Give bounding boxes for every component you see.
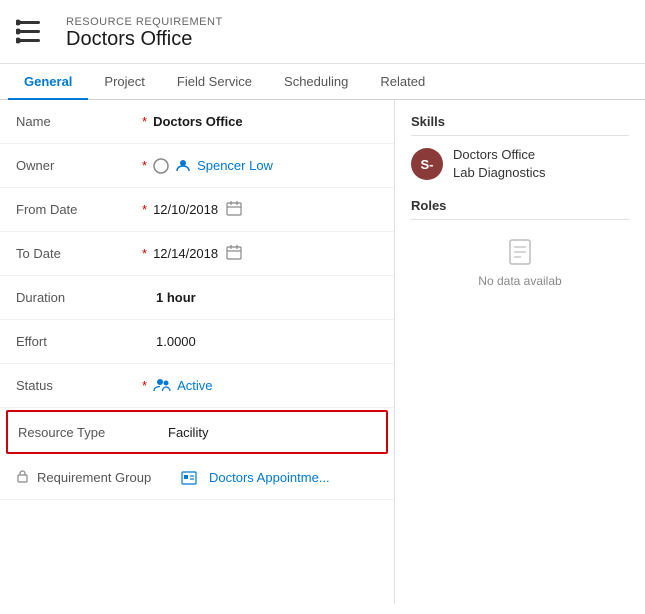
- effort-row: Effort 1.0000: [0, 320, 394, 364]
- effort-label: Effort: [16, 334, 136, 349]
- resource-type-label: Resource Type: [18, 425, 138, 440]
- from-date-calendar-icon[interactable]: [226, 200, 242, 219]
- header-meta: RESOURCE REQUIREMENT Doctors Office: [66, 16, 223, 51]
- tab-project[interactable]: Project: [88, 64, 160, 99]
- from-date-value: 12/10/2018: [153, 202, 218, 217]
- page-header: RESOURCE REQUIREMENT Doctors Office: [0, 0, 645, 64]
- to-date-label: To Date: [16, 246, 136, 261]
- resource-requirement-icon: [16, 14, 52, 53]
- roles-title: Roles: [411, 198, 629, 220]
- status-label: Status: [16, 378, 136, 393]
- to-date-field: 12/14/2018: [153, 244, 242, 263]
- to-date-value: 12/14/2018: [153, 246, 218, 261]
- duration-row: Duration 1 hour: [0, 276, 394, 320]
- header-subtitle: RESOURCE REQUIREMENT: [66, 16, 223, 28]
- status-people-icon: [153, 378, 171, 394]
- to-date-calendar-icon[interactable]: [226, 244, 242, 263]
- status-field: Active: [153, 378, 212, 394]
- to-date-row: To Date * 12/14/2018: [0, 232, 394, 276]
- from-date-row: From Date * 12/10/2018: [0, 188, 394, 232]
- status-row: Status * Active: [0, 364, 394, 408]
- right-panel: Skills S- Doctors OfficeLab Diagnostics …: [395, 100, 645, 604]
- skills-avatar-initials: S-: [421, 157, 434, 172]
- skills-item: S- Doctors OfficeLab Diagnostics: [411, 146, 629, 182]
- no-data-icon: [504, 236, 536, 268]
- no-data-text: No data availab: [478, 274, 561, 288]
- lock-icon: [16, 469, 29, 486]
- req-group-value[interactable]: Doctors Appointme...: [209, 470, 378, 485]
- resource-type-value: Facility: [138, 425, 376, 440]
- name-required: *: [142, 114, 147, 129]
- req-group-lookup-icon: [181, 470, 197, 486]
- left-panel: Name * Doctors Office Owner * Spencer Lo…: [0, 100, 395, 604]
- tab-scheduling[interactable]: Scheduling: [268, 64, 364, 99]
- to-date-required: *: [142, 246, 147, 261]
- name-label: Name: [16, 114, 136, 129]
- tab-field-service[interactable]: Field Service: [161, 64, 268, 99]
- tab-general[interactable]: General: [8, 64, 88, 99]
- status-required: *: [142, 378, 147, 393]
- owner-value: Spencer Low: [197, 158, 273, 173]
- nav-tabs: General Project Field Service Scheduling…: [0, 64, 645, 100]
- req-group-row: Requirement Group Doctors Appointme...: [0, 456, 394, 500]
- skills-avatar: S-: [411, 148, 443, 180]
- name-value: Doctors Office: [153, 114, 378, 129]
- owner-required: *: [142, 158, 147, 173]
- tab-related[interactable]: Related: [364, 64, 441, 99]
- from-date-label: From Date: [16, 202, 136, 217]
- owner-field[interactable]: Spencer Low: [153, 158, 273, 174]
- no-data-roles: No data availab: [411, 236, 629, 288]
- resource-type-row: Resource Type Facility: [6, 410, 388, 454]
- duration-value: 1 hour: [156, 290, 378, 305]
- main-content: Name * Doctors Office Owner * Spencer Lo…: [0, 100, 645, 604]
- owner-row: Owner * Spencer Low: [0, 144, 394, 188]
- skills-title: Skills: [411, 114, 629, 136]
- status-value[interactable]: Active: [177, 378, 212, 393]
- from-date-required: *: [142, 202, 147, 217]
- header-title: Doctors Office: [66, 28, 223, 51]
- skills-item-text: Doctors OfficeLab Diagnostics: [453, 146, 546, 182]
- duration-label: Duration: [16, 290, 136, 305]
- req-group-label: Requirement Group: [37, 470, 157, 485]
- effort-value: 1.0000: [156, 334, 378, 349]
- owner-person-icon: [175, 158, 191, 174]
- name-row: Name * Doctors Office: [0, 100, 394, 144]
- owner-lookup-icon: [153, 158, 169, 174]
- from-date-field: 12/10/2018: [153, 200, 242, 219]
- owner-label: Owner: [16, 158, 136, 173]
- roles-section: Roles No data availab: [411, 198, 629, 288]
